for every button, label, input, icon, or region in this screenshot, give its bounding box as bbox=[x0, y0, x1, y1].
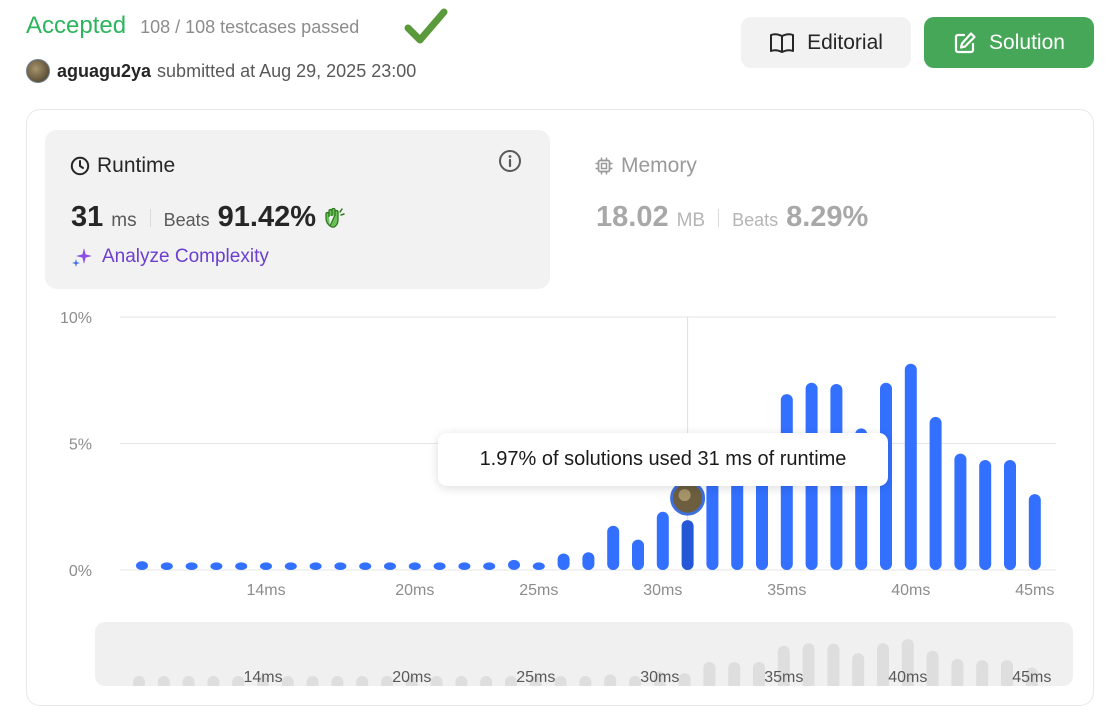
mini-x-tick-label: 14ms bbox=[243, 669, 282, 686]
bar[interactable] bbox=[309, 562, 322, 570]
bar[interactable] bbox=[136, 561, 148, 570]
mini-bar bbox=[480, 676, 493, 686]
bar[interactable] bbox=[210, 562, 223, 570]
mini-bar bbox=[356, 676, 369, 686]
mini-x-tick-label: 25ms bbox=[516, 669, 555, 686]
mini-bar bbox=[852, 653, 865, 686]
bar[interactable] bbox=[582, 552, 595, 570]
mini-bar bbox=[232, 676, 245, 686]
x-tick-label: 30ms bbox=[643, 582, 682, 599]
y-tick-label: 0% bbox=[69, 563, 92, 580]
mini-bar bbox=[455, 676, 468, 686]
bar[interactable] bbox=[160, 562, 173, 570]
mini-x-tick-label: 35ms bbox=[764, 669, 803, 686]
mini-bar bbox=[133, 676, 145, 686]
mini-bar bbox=[306, 676, 319, 686]
bar[interactable] bbox=[1028, 494, 1041, 570]
bar[interactable] bbox=[235, 562, 248, 570]
mini-bar bbox=[281, 676, 294, 686]
mini-bar bbox=[678, 673, 691, 686]
mini-bar bbox=[951, 658, 964, 686]
bar[interactable] bbox=[607, 525, 620, 570]
range-navigator-chart[interactable]: 14ms 20ms 25ms 30ms 35ms 40ms 45ms bbox=[95, 622, 1073, 686]
bar[interactable] bbox=[508, 559, 520, 570]
bar[interactable] bbox=[359, 562, 372, 570]
mini-bar bbox=[802, 643, 815, 686]
mini-x-tick-label: 30ms bbox=[640, 669, 679, 686]
bar[interactable] bbox=[904, 363, 917, 570]
bar[interactable] bbox=[185, 562, 198, 570]
bar[interactable] bbox=[532, 562, 545, 570]
bar[interactable] bbox=[632, 539, 644, 570]
x-tick-label: 45ms bbox=[1015, 582, 1054, 599]
mini-bar bbox=[753, 662, 765, 686]
mini-bar bbox=[1001, 660, 1013, 686]
mini-bar bbox=[381, 676, 393, 686]
x-tick-label: 25ms bbox=[519, 582, 558, 599]
bar[interactable] bbox=[408, 562, 421, 570]
mini-bar bbox=[976, 660, 989, 686]
mini-x-tick-label: 40ms bbox=[888, 669, 927, 686]
mini-x-tick-label: 20ms bbox=[392, 669, 431, 686]
bar[interactable] bbox=[260, 562, 272, 570]
bar[interactable] bbox=[1004, 459, 1016, 570]
mini-x-tick-label: 45ms bbox=[1012, 669, 1051, 686]
mini-bar bbox=[604, 674, 617, 686]
mini-bar bbox=[827, 643, 840, 686]
bar[interactable] bbox=[458, 562, 471, 570]
selected-bar[interactable] bbox=[681, 520, 694, 570]
mini-bar bbox=[182, 676, 195, 686]
mini-bar bbox=[430, 676, 443, 686]
bar[interactable] bbox=[557, 553, 570, 570]
x-tick-label: 35ms bbox=[767, 582, 806, 599]
mini-bar bbox=[926, 650, 939, 686]
mini-bar bbox=[877, 643, 889, 686]
tooltip-text: 1.97% of solutions used 31 ms of runtime bbox=[479, 448, 847, 470]
mini-bar bbox=[629, 676, 641, 686]
y-tick-label: 10% bbox=[60, 310, 92, 327]
bar[interactable] bbox=[979, 459, 992, 570]
mini-bar bbox=[554, 676, 567, 686]
mini-bar bbox=[207, 676, 220, 686]
runtime-distribution-chart[interactable]: 0% 5% 10% 14ms 20ms 25ms 30ms 35ms 40ms 45ms bbox=[0, 0, 1120, 720]
bar[interactable] bbox=[334, 562, 347, 570]
bar[interactable] bbox=[929, 416, 942, 570]
mini-bar bbox=[157, 676, 170, 686]
x-tick-label: 40ms bbox=[891, 582, 930, 599]
range-navigator[interactable]: 14ms 20ms 25ms 30ms 35ms 40ms 45ms bbox=[95, 622, 1073, 686]
x-tick-label: 20ms bbox=[395, 582, 434, 599]
user-position-marker-highlight bbox=[678, 489, 691, 502]
mini-bar bbox=[703, 662, 716, 686]
bar[interactable] bbox=[483, 562, 496, 570]
mini-bar bbox=[579, 676, 592, 686]
chart-tooltip: 1.97% of solutions used 31 ms of runtime bbox=[438, 433, 888, 486]
bar[interactable] bbox=[656, 511, 669, 570]
mini-bar bbox=[331, 676, 344, 686]
bar[interactable] bbox=[954, 453, 967, 570]
bar[interactable] bbox=[384, 562, 396, 570]
bar[interactable] bbox=[284, 562, 297, 570]
y-tick-label: 5% bbox=[69, 437, 92, 454]
mini-bar bbox=[505, 676, 517, 686]
mini-bar bbox=[728, 662, 741, 686]
x-tick-label: 14ms bbox=[246, 582, 285, 599]
bar[interactable] bbox=[433, 562, 446, 570]
